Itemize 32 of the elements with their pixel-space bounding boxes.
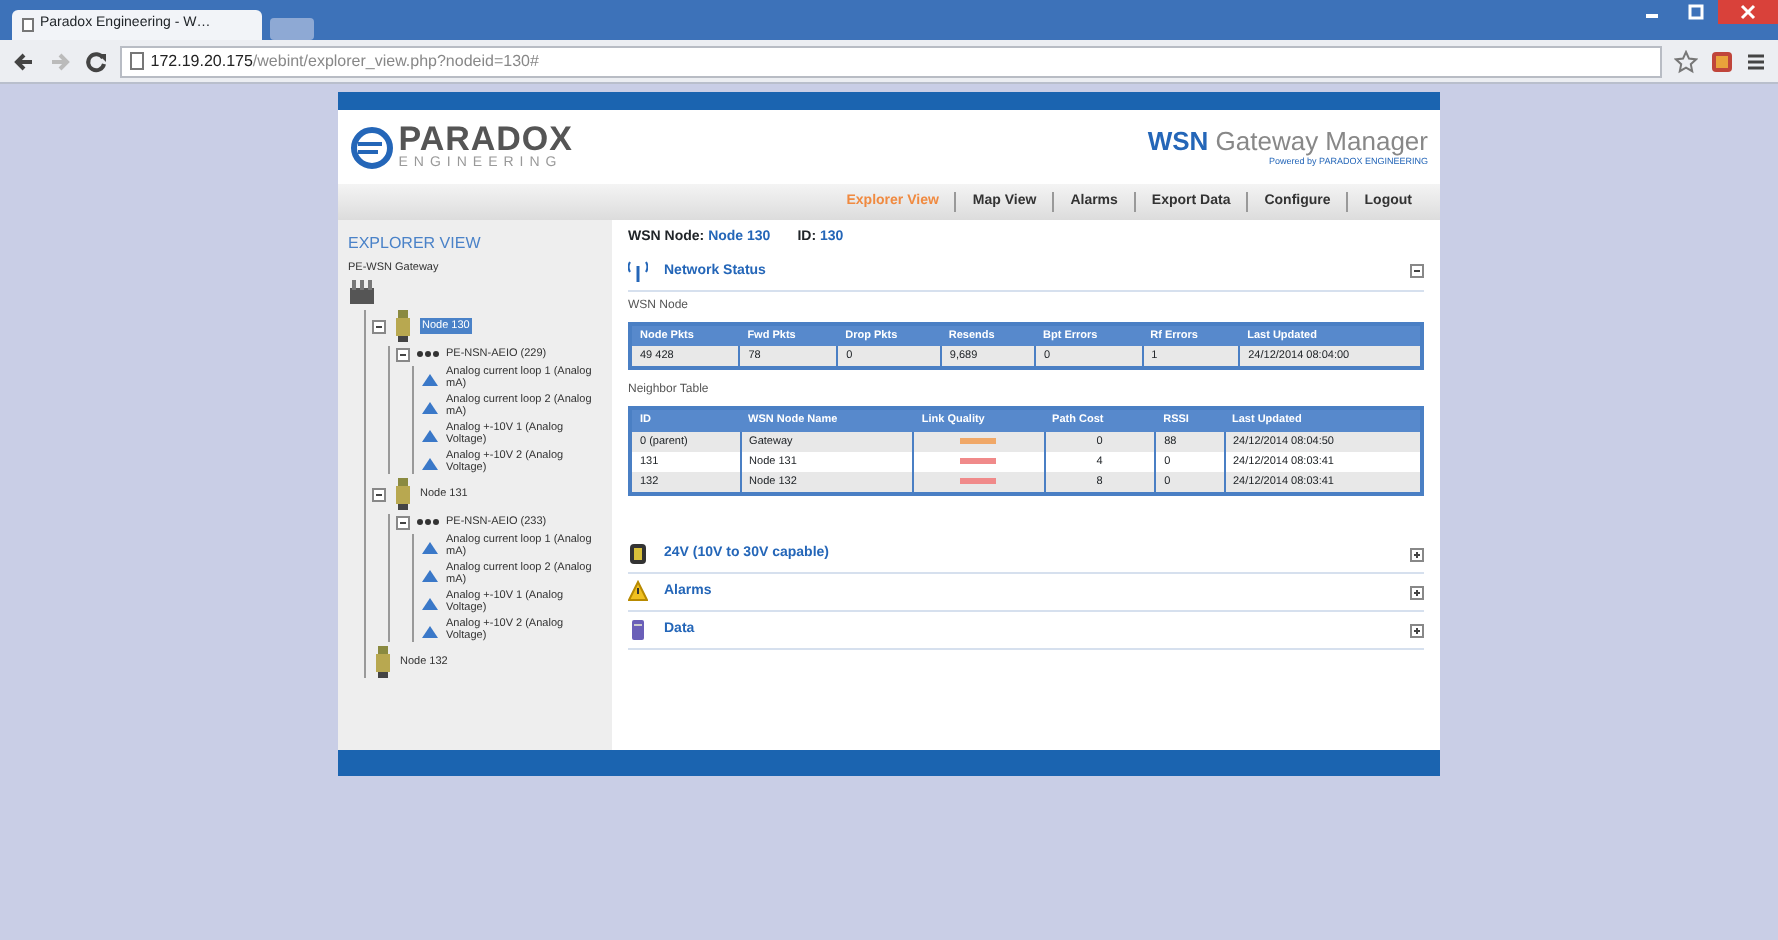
database-icon <box>628 618 648 643</box>
device-icon <box>416 346 440 362</box>
collapse-icon[interactable] <box>396 347 410 361</box>
sidebar-title: EXPLORER VIEW <box>348 232 483 256</box>
extension-icon[interactable] <box>1710 49 1734 73</box>
collapse-icon[interactable] <box>372 319 386 333</box>
collapse-icon[interactable] <box>372 487 386 501</box>
app-title: WSN Gateway Manager <box>1147 125 1428 156</box>
page-icon <box>22 18 34 32</box>
sensor-node-icon <box>372 646 394 678</box>
network-icon <box>628 259 648 284</box>
collapse-icon[interactable] <box>396 515 410 529</box>
warning-icon <box>628 580 648 605</box>
star-icon[interactable] <box>1674 49 1698 73</box>
sensor-node-icon <box>392 310 414 342</box>
logo-icon <box>350 125 394 169</box>
expand-icon[interactable] <box>1410 585 1424 600</box>
device-icon <box>416 514 440 530</box>
menu-icon[interactable] <box>1746 49 1766 73</box>
gateway-icon <box>348 280 376 306</box>
close-icon[interactable] <box>1718 0 1778 24</box>
sensor-node-icon <box>392 478 414 510</box>
expand-icon[interactable] <box>1410 547 1424 562</box>
battery-icon <box>628 542 648 567</box>
back-icon[interactable] <box>12 49 36 73</box>
address-bar[interactable]: 172.19.20.175/webint/explorer_view.php?nodeid=130# <box>120 45 1662 77</box>
reload-icon[interactable] <box>84 49 108 73</box>
page-icon <box>130 52 146 70</box>
url-text: 172.19.20.175/webint/explorer_view.php?nodeid=130# <box>150 49 539 73</box>
collapse-icon[interactable] <box>1410 264 1424 279</box>
expand-icon[interactable] <box>1410 623 1424 638</box>
logo-text: PARADOX <box>398 123 573 155</box>
